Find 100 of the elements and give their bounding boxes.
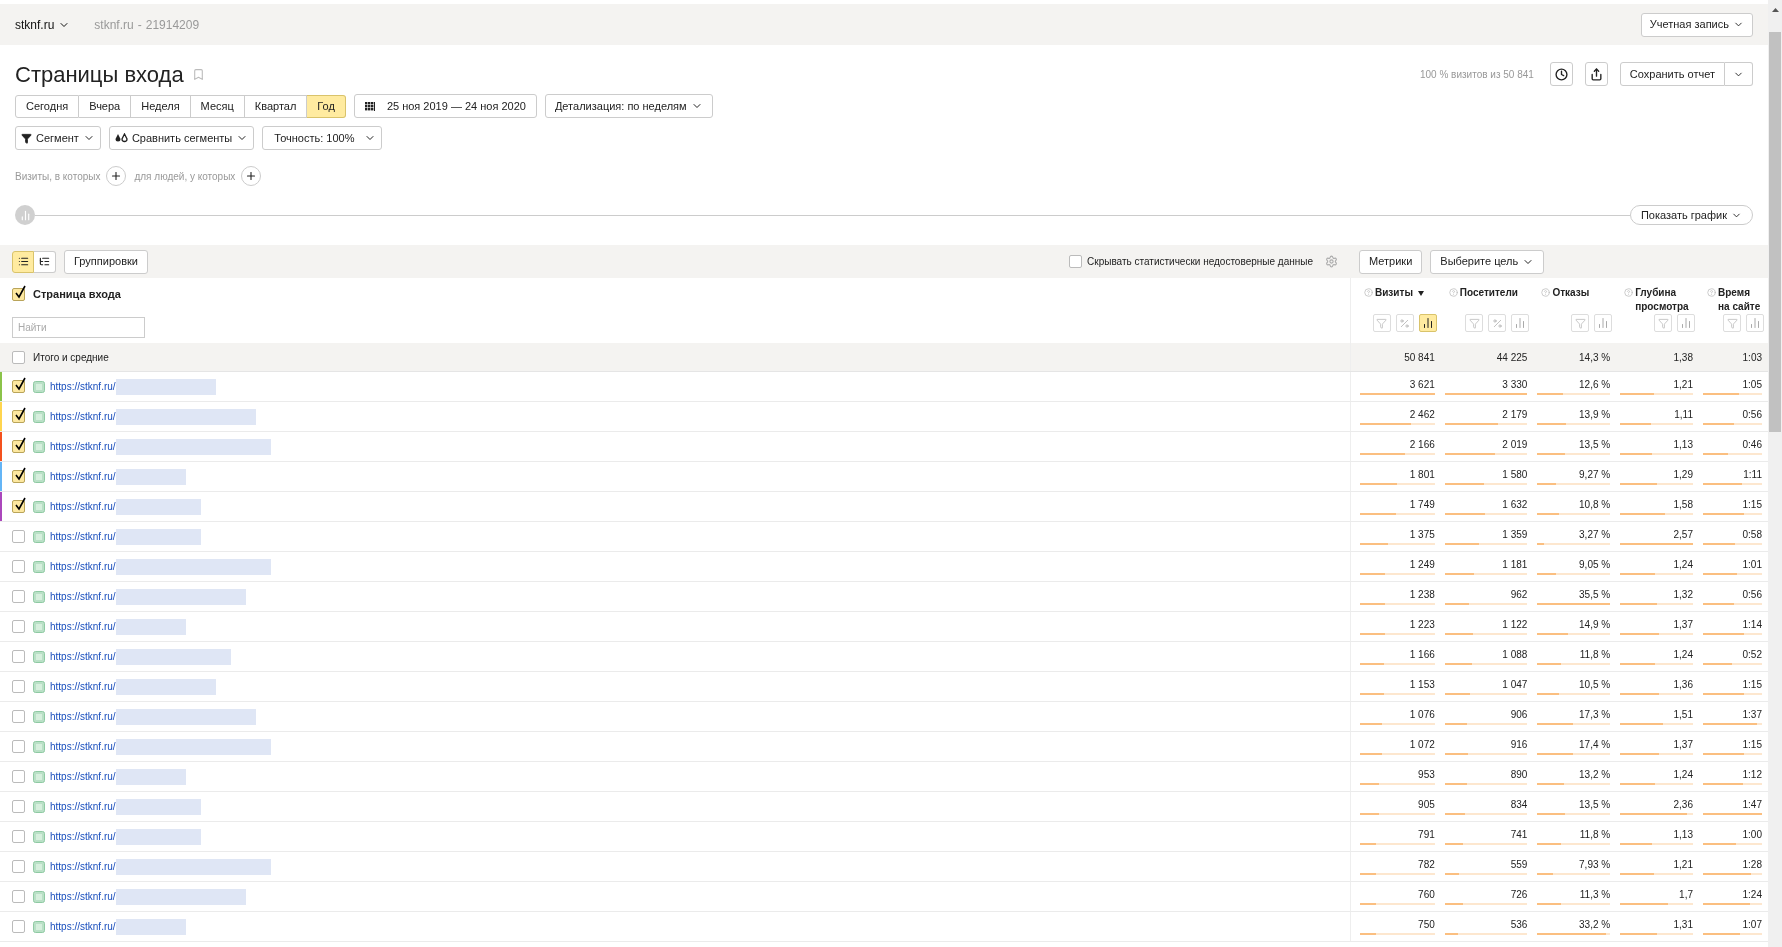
row-checkbox[interactable] (12, 800, 25, 813)
page-url-link[interactable]: https://stknf.ru/ (50, 679, 116, 694)
row-checkbox[interactable] (12, 920, 25, 933)
metric-value: 7,93 % (1578, 858, 1611, 871)
row-checkbox[interactable] (12, 890, 25, 903)
column-header[interactable]: Отказы (1552, 286, 1590, 300)
column-header[interactable]: Посетители (1459, 286, 1518, 300)
dimension-checkbox[interactable] (12, 287, 25, 301)
period-tab[interactable]: Неделя (131, 94, 191, 118)
segment-button[interactable]: Сегмент (15, 126, 101, 150)
chart-icon (1749, 317, 1761, 329)
export-button[interactable] (1584, 62, 1608, 86)
row-checkbox[interactable] (12, 530, 25, 543)
scrollbar-thumb[interactable] (1769, 32, 1781, 432)
percent-icon (1399, 317, 1411, 329)
view-toggle[interactable] (12, 250, 34, 273)
page-url-link[interactable]: https://stknf.ru/ (50, 769, 116, 784)
page-url-link[interactable]: https://stknf.ru/ (50, 799, 116, 814)
history-button[interactable] (1549, 62, 1573, 86)
page-favicon-icon (33, 770, 45, 783)
segment-button[interactable]: Точность: 100% (262, 126, 383, 150)
page-url-link[interactable]: https://stknf.ru/ (50, 439, 116, 454)
page-url-link[interactable]: https://stknf.ru/ (50, 859, 116, 874)
page-url-link[interactable]: https://stknf.ru/ (50, 619, 116, 634)
row-checkbox[interactable] (12, 470, 25, 483)
detail-dropdown[interactable]: Детализация: по неделям (544, 94, 713, 118)
chart-toggle-icon[interactable] (15, 205, 35, 225)
help-icon[interactable] (1707, 288, 1716, 297)
period-tab[interactable]: Месяц (190, 94, 245, 118)
show-chart-button[interactable]: Показать график (1629, 205, 1753, 225)
metrics-button[interactable]: Метрики (1359, 249, 1423, 274)
metric-value: 1,11 (1673, 408, 1693, 421)
page-url-link[interactable]: https://stknf.ru/ (50, 829, 116, 844)
bookmark-icon[interactable] (191, 67, 205, 81)
hide-unreliable-checkbox[interactable] (1069, 255, 1083, 268)
add-condition-button[interactable] (241, 166, 262, 186)
add-condition-button[interactable] (106, 166, 127, 186)
help-icon[interactable] (1624, 288, 1634, 297)
check-icon (14, 497, 27, 511)
row-checkbox[interactable] (12, 380, 25, 393)
metric-value: 9,05 % (1578, 558, 1611, 571)
totals-checkbox[interactable] (12, 350, 25, 364)
row-checkbox[interactable] (12, 500, 25, 513)
metric-value: 1:15 (1741, 738, 1762, 751)
date-range-button[interactable]: 25 ноя 2019 — 24 ноя 2020 (353, 94, 537, 118)
page-url-link[interactable]: https://stknf.ru/ (50, 589, 116, 604)
row-checkbox[interactable] (12, 860, 25, 873)
scrollbar[interactable] (1768, 0, 1782, 947)
page-url-link[interactable]: https://stknf.ru/ (50, 379, 116, 394)
dimension-label: Страница входа (33, 287, 121, 302)
period-tab[interactable]: Сегодня (15, 94, 80, 118)
help-icon[interactable] (1364, 288, 1373, 297)
page-favicon-icon (33, 620, 45, 633)
settings-icon[interactable] (1325, 255, 1338, 268)
page-url-link[interactable]: https://stknf.ru/ (50, 709, 116, 724)
help-icon[interactable] (1448, 288, 1458, 297)
row-checkbox[interactable] (12, 440, 25, 453)
row-checkbox[interactable] (12, 680, 25, 693)
chart-icon (1597, 317, 1610, 329)
segment-button[interactable]: Сравнить сегменты (108, 126, 255, 150)
search-field[interactable]: Найти (12, 316, 145, 338)
chart-icon (1680, 317, 1692, 329)
row-checkbox[interactable] (12, 830, 25, 843)
groupings-button[interactable]: Группировки (64, 249, 148, 274)
page-url-link[interactable]: https://stknf.ru/ (50, 649, 116, 664)
row-checkbox[interactable] (12, 560, 25, 573)
period-tab[interactable]: Год (307, 94, 346, 118)
goal-dropdown[interactable]: Выберите цель (1430, 249, 1545, 274)
period-tab[interactable]: Вчера (79, 94, 132, 118)
column-header[interactable]: Время на сайте (1718, 286, 1764, 314)
period-tab[interactable]: Квартал (244, 94, 308, 118)
site-selector[interactable]: stknf.ru (15, 15, 71, 34)
save-report-button[interactable]: Сохранить отчет (1619, 62, 1725, 86)
page-url-link[interactable]: https://stknf.ru/ (50, 529, 116, 544)
row-checkbox[interactable] (12, 650, 25, 663)
column-tool-button[interactable] (1418, 314, 1437, 332)
page-url-link[interactable]: https://stknf.ru/ (50, 469, 116, 484)
account-button[interactable]: Учетная запись (1640, 12, 1753, 37)
help-icon[interactable] (1541, 288, 1551, 297)
condition-label: Визиты, в которых (15, 169, 101, 184)
page-url-link[interactable]: https://stknf.ru/ (50, 889, 116, 904)
row-checkbox[interactable] (12, 740, 25, 753)
column-header[interactable]: Визиты (1375, 286, 1413, 300)
metric-value: 1,32 (1672, 588, 1693, 601)
metric-value: 2 019 (1501, 438, 1528, 451)
row-checkbox[interactable] (12, 710, 25, 723)
page-url-link[interactable]: https://stknf.ru/ (50, 499, 116, 514)
page-url-link[interactable]: https://stknf.ru/ (50, 559, 116, 574)
page-url-link[interactable]: https://stknf.ru/ (50, 919, 116, 934)
row-checkbox[interactable] (12, 410, 25, 423)
row-checkbox[interactable] (12, 620, 25, 633)
metric-value: 750 (1417, 918, 1435, 931)
page-url-link[interactable]: https://stknf.ru/ (50, 739, 116, 754)
scroll-up-icon[interactable] (1771, 8, 1779, 12)
save-options-button[interactable] (1725, 62, 1753, 86)
row-checkbox[interactable] (12, 770, 25, 783)
column-header[interactable]: Глубина просмотра (1635, 286, 1695, 314)
view-toggle[interactable] (34, 250, 56, 273)
row-checkbox[interactable] (12, 590, 25, 603)
page-url-link[interactable]: https://stknf.ru/ (50, 409, 116, 424)
